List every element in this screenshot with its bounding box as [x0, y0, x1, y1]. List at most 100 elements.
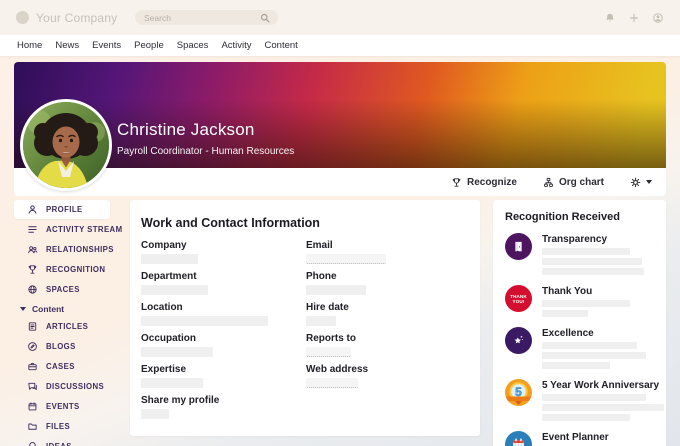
sidebar-item-label: FILES — [46, 422, 70, 431]
top-bar: Your Company — [0, 0, 680, 35]
sidebar-item-label: SPACES — [46, 285, 80, 294]
medal-icon: 5 — [505, 379, 532, 406]
sidebar-item-blogs[interactable]: BLOGS — [14, 337, 126, 356]
search-icon[interactable] — [259, 12, 271, 24]
gear-icon — [630, 177, 641, 188]
relationships-icon — [27, 244, 38, 255]
spaces-globe-icon — [27, 284, 38, 295]
recognition-placeholder — [542, 258, 642, 265]
recognition-trophy-icon — [27, 264, 38, 275]
nav-item-content[interactable]: Content — [265, 40, 298, 51]
sidebar-item-events[interactable]: EVENTS — [14, 397, 126, 416]
field-occupation: Occupation — [141, 333, 306, 357]
discussions-chat-icon — [27, 381, 38, 392]
recognition-item-excellence[interactable]: Excellence — [505, 327, 654, 369]
field-value-placeholder[interactable] — [306, 254, 386, 264]
field-company: Company — [141, 240, 306, 264]
nav-item-home[interactable]: Home — [17, 40, 42, 51]
sidebar-item-articles[interactable]: ARTICLES — [14, 317, 126, 336]
work-info-right-column: Email Phone Hire date Reports to — [306, 240, 468, 426]
field-value-placeholder — [141, 254, 198, 264]
sidebar-item-label: CASES — [46, 362, 75, 371]
sidebar-item-label: ARTICLES — [46, 322, 88, 331]
banner-text: Christine Jackson Payroll Coordinator - … — [117, 120, 294, 157]
sidebar-item-spaces[interactable]: SPACES — [14, 280, 126, 299]
field-value-placeholder — [306, 316, 336, 326]
thank-you-badge: THANK YOU! — [505, 285, 532, 312]
profile-page: Your Company — [0, 0, 680, 446]
sidebar-item-cases[interactable]: CASES — [14, 357, 126, 376]
recognition-placeholder — [542, 404, 664, 411]
field-phone: Phone — [306, 271, 468, 295]
field-reports-to: Reports to — [306, 333, 468, 357]
excellence-badge — [505, 327, 532, 354]
work-info-card: Work and Contact Information Company Dep… — [130, 200, 480, 436]
articles-icon — [27, 321, 38, 332]
recognize-button[interactable]: Recognize — [451, 177, 517, 188]
field-value-placeholder — [141, 285, 208, 295]
search-box[interactable] — [135, 10, 278, 25]
recognize-label: Recognize — [467, 177, 517, 188]
sidebar-item-discussions[interactable]: DISCUSSIONS — [14, 377, 126, 396]
recognition-item-transparency[interactable]: Transparency — [505, 233, 654, 275]
profile-sidebar: PROFILE ACTIVITY STREAM RELATIONSHIPS — [14, 200, 126, 446]
sidebar-item-files[interactable]: FILES — [14, 417, 126, 436]
profile-name: Christine Jackson — [117, 120, 294, 140]
content-columns: PROFILE ACTIVITY STREAM RELATIONSHIPS — [14, 200, 666, 446]
field-share-my-profile: Share my profile — [141, 395, 306, 419]
recognition-placeholder — [542, 268, 644, 275]
nav-item-events[interactable]: Events — [92, 40, 121, 51]
star-icon — [510, 332, 527, 349]
field-value-placeholder[interactable] — [306, 347, 351, 357]
recognition-item-thank-you[interactable]: THANK YOU! Thank You — [505, 285, 654, 317]
recognition-placeholder — [542, 342, 637, 349]
settings-menu-button[interactable] — [630, 177, 652, 188]
org-chart-label: Org chart — [559, 177, 604, 188]
sidebar-item-ideas[interactable]: IDEAS — [14, 437, 126, 446]
sidebar-item-label: EVENTS — [46, 402, 80, 411]
company-logo-text: Your Company — [36, 11, 117, 25]
nav-item-activity[interactable]: Activity — [221, 40, 251, 51]
nav-item-spaces[interactable]: Spaces — [177, 40, 209, 51]
sidebar-item-label: PROFILE — [46, 205, 83, 214]
sidebar-item-profile[interactable]: PROFILE — [14, 200, 110, 219]
nav-item-people[interactable]: People — [134, 40, 164, 51]
field-value-placeholder[interactable] — [306, 378, 358, 388]
sidebar-item-label: RELATIONSHIPS — [46, 245, 114, 254]
field-value-placeholder — [141, 347, 213, 357]
sidebar-item-label: RECOGNITION — [46, 265, 105, 274]
field-value-placeholder — [141, 316, 268, 326]
sidebar-item-recognition[interactable]: RECOGNITION — [14, 260, 126, 279]
account-icon[interactable] — [652, 12, 664, 24]
search-input[interactable] — [142, 12, 259, 24]
blogs-pen-icon — [27, 341, 38, 352]
org-chart-button[interactable]: Org chart — [543, 177, 604, 188]
recognition-placeholder — [542, 394, 646, 401]
profile-photo — [20, 99, 112, 191]
sidebar-item-relationships[interactable]: RELATIONSHIPS — [14, 240, 126, 259]
sidebar-content-section-toggle[interactable]: Content — [14, 304, 126, 314]
company-logo-icon — [16, 11, 29, 24]
right-column: Recognition Received Transparency — [493, 200, 666, 446]
recognition-item-event-planner[interactable]: Event Planner — [505, 431, 654, 446]
caret-down-icon — [20, 307, 26, 311]
add-icon[interactable] — [628, 12, 640, 24]
five-year-medal-badge: 5 — [505, 379, 532, 406]
field-expertise: Expertise — [141, 364, 306, 388]
field-value-placeholder — [141, 378, 203, 388]
nav-item-news[interactable]: News — [55, 40, 79, 51]
field-hire-date: Hire date — [306, 302, 468, 326]
top-bar-icons — [604, 0, 664, 35]
calendar-badge-icon — [510, 436, 527, 446]
bell-icon[interactable] — [604, 12, 616, 24]
trophy-icon — [451, 177, 462, 188]
content-section-label: Content — [32, 304, 64, 314]
recognition-item-5-year-anniversary[interactable]: 5 5 Year Work Anniversary — [505, 379, 654, 421]
sidebar-item-label: IDEAS — [46, 442, 72, 446]
main-nav: Home News Events People Spaces Activity … — [0, 35, 680, 56]
profile-job-title: Payroll Coordinator - Human Resources — [117, 146, 294, 157]
main-column: Work and Contact Information Company Dep… — [130, 200, 480, 446]
recognition-title: Recognition Received — [505, 211, 654, 223]
field-department: Department — [141, 271, 306, 295]
sidebar-item-activity-stream[interactable]: ACTIVITY STREAM — [14, 220, 126, 239]
